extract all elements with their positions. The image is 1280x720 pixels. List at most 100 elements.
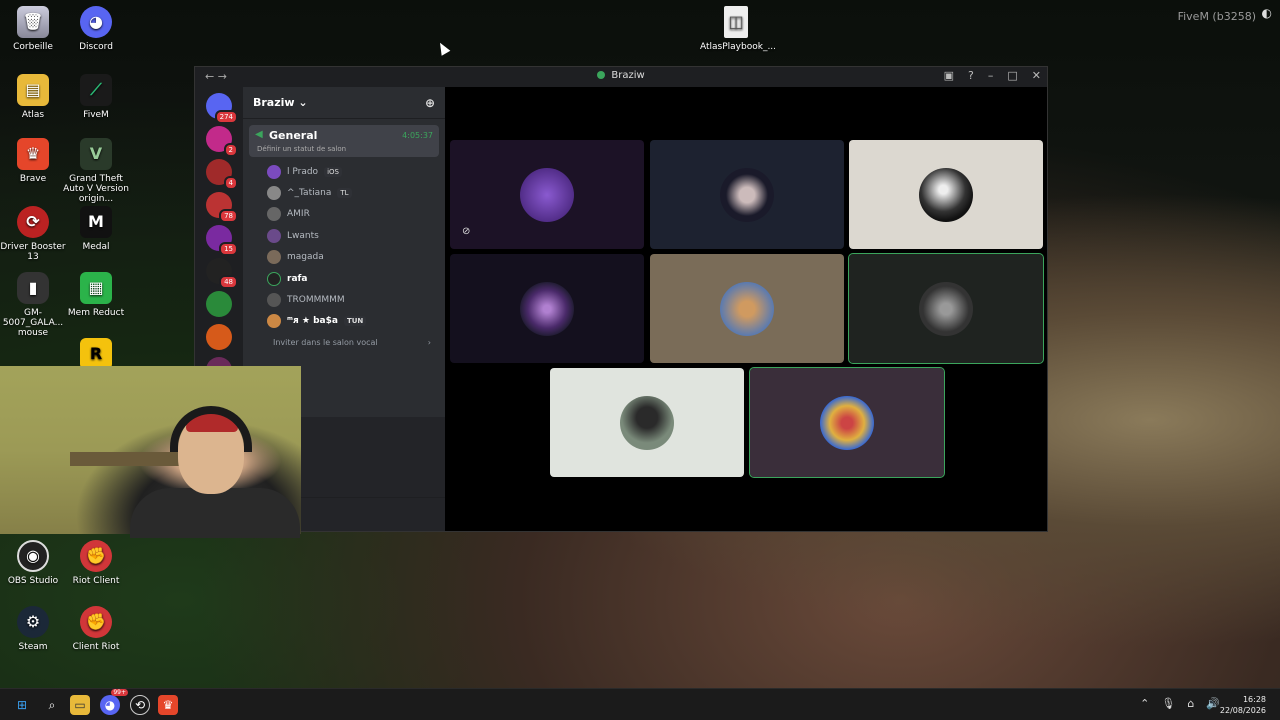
desktop-icon-label: Atlas	[21, 110, 45, 120]
voice-member[interactable]: AMIR	[267, 204, 445, 225]
avatar	[620, 395, 674, 450]
fivem-icon: ⟋	[80, 74, 112, 106]
participant-tile[interactable]	[650, 140, 844, 249]
desktop-icon-mem-reduct[interactable]: ▦ Mem Reduct	[63, 272, 129, 318]
avatar	[520, 281, 574, 336]
desktop-icon-mouse[interactable]: ▮ GM-5007_GALA... mouse	[0, 272, 66, 338]
webcam-shirt	[130, 488, 300, 538]
participant-tile[interactable]	[849, 140, 1043, 249]
network-icon[interactable]: ⌂	[1187, 697, 1194, 710]
desktop-icon-atlas-playbook[interactable]: ◫ AtlasPlaybook_...	[700, 6, 776, 52]
desktop-icon-label: Mem Reduct	[67, 308, 125, 318]
participant-tile-speaking[interactable]	[749, 367, 945, 478]
server-item[interactable]: 15	[206, 225, 238, 256]
voice-channel-general[interactable]: ◀ General 4:05:37 Définir un statut de s…	[249, 125, 439, 157]
avatar	[720, 281, 774, 336]
desktop-icon-label: Corbeille	[13, 42, 53, 52]
avatar	[267, 271, 281, 286]
voice-member[interactable]: Lwants	[267, 225, 445, 246]
clock[interactable]: 16:28 22/08/2026	[1220, 694, 1266, 716]
microphone-tray-icon[interactable]: 🎙	[1161, 697, 1175, 710]
desktop-icon-gta[interactable]: V Grand Theft Auto V Version origin...	[63, 138, 129, 204]
avatar	[919, 281, 973, 336]
gta-icon: V	[80, 138, 112, 170]
fivem-taskbar-icon[interactable]: ⟲	[130, 695, 150, 715]
voice-member[interactable]: ^_Tatiana TL	[267, 182, 445, 203]
server-item[interactable]: 4	[206, 159, 238, 190]
voice-member[interactable]: rafa	[267, 268, 445, 289]
avatar	[267, 207, 281, 222]
brave-icon: ♛	[17, 138, 49, 170]
desktop-icon-medal[interactable]: M Medal	[63, 206, 129, 252]
medal-icon: M	[80, 206, 112, 238]
title-bar: ← → Braziw ▣ ? – □ ✕	[195, 67, 1047, 87]
desktop-icon-steam[interactable]: ⚙ Steam	[0, 606, 66, 652]
server-item[interactable]: 48	[206, 258, 238, 289]
add-member-icon[interactable]: ⊕	[425, 96, 435, 110]
avatar	[267, 164, 281, 179]
invite-to-voice-button[interactable]: Inviter dans le salon vocal ›	[243, 332, 445, 352]
discord-taskbar-icon[interactable]: ◕ 99+	[100, 689, 128, 715]
riot-icon: ✊	[80, 606, 112, 638]
desktop-icon-recycle-bin[interactable]: 🗑 Corbeille	[0, 6, 66, 52]
desktop-icon-discord[interactable]: ◕ Discord	[63, 6, 129, 52]
participant-tile[interactable]: ⊘	[450, 140, 644, 249]
video-off-icon: ⊘	[462, 226, 471, 237]
avatar	[267, 293, 281, 308]
desktop-icon-label: Client Riot	[72, 642, 120, 652]
system-tray: ⌃ 🎙 ⌂ 🔊	[1140, 697, 1220, 710]
participant-tile[interactable]	[550, 368, 744, 477]
search-icon[interactable]: ⌕	[42, 695, 62, 715]
desktop-icon-obs[interactable]: ◉ OBS Studio	[0, 540, 66, 586]
server-item[interactable]	[206, 291, 232, 317]
chevron-down-icon: ⌄	[298, 96, 308, 109]
brave-taskbar-icon[interactable]: ♛	[158, 695, 178, 715]
minimize-icon[interactable]: –	[988, 69, 994, 82]
participant-tile[interactable]	[450, 254, 644, 363]
discord-window: ← → Braziw ▣ ? – □ ✕ 274 2 4 78 15 48 Br…	[194, 66, 1048, 532]
voice-member[interactable]: l Prado iOS	[267, 161, 445, 182]
voice-member[interactable]: TROMMMMM	[267, 289, 445, 310]
desktop-icon-brave[interactable]: ♛ Brave	[0, 138, 66, 184]
participant-tile[interactable]	[650, 254, 844, 363]
desktop-icon-fivem[interactable]: ⟋ FiveM	[63, 74, 129, 120]
avatar	[720, 167, 774, 222]
help-icon[interactable]: ?	[968, 69, 974, 82]
avatar	[267, 250, 281, 265]
chevron-up-icon[interactable]: ⌃	[1140, 697, 1149, 710]
desktop-icon-client-riot[interactable]: ✊ Client Riot	[63, 606, 129, 652]
desktop-icon-label: OBS Studio	[7, 576, 59, 586]
file-explorer-icon[interactable]: ▭	[70, 695, 90, 715]
desktop-icon-driver-booster[interactable]: ⟳ Driver Booster 13	[0, 206, 66, 262]
file-icon: ◫	[724, 6, 748, 38]
riot-icon: ✊	[80, 540, 112, 572]
voice-member[interactable]: magada	[267, 247, 445, 268]
desktop-icon-riot-client[interactable]: ✊ Riot Client	[63, 540, 129, 586]
participant-tile-speaking[interactable]	[848, 253, 1044, 364]
avatar	[267, 228, 281, 243]
maximize-icon[interactable]: □	[1007, 69, 1017, 82]
desktop-icon-label: Driver Booster 13	[0, 242, 66, 262]
desktop-icon-atlas[interactable]: ▤ Atlas	[0, 74, 66, 120]
guild-header[interactable]: Braziw ⌄ ⊕	[243, 87, 445, 119]
obs-icon: ◉	[17, 540, 49, 572]
voice-member[interactable]: ᵐᴙ ★ ba$a TUN	[267, 311, 445, 332]
desktop-icon-label: Discord	[79, 42, 113, 52]
folder-icon: ▤	[17, 74, 49, 106]
mouse-icon: ▮	[17, 272, 49, 304]
inbox-icon[interactable]: ▣	[944, 69, 954, 82]
mem-reduct-icon: ▦	[80, 272, 112, 304]
server-dm-home[interactable]: 274	[206, 93, 238, 124]
volume-icon[interactable]: 🔊	[1206, 697, 1220, 710]
close-icon[interactable]: ✕	[1032, 69, 1041, 82]
mouse-cursor-icon	[435, 40, 451, 56]
desktop-icon-label: FiveM	[83, 110, 109, 120]
voice-video-grid: ⊘	[445, 87, 1047, 531]
windows-start-icon[interactable]: ⊞	[12, 695, 32, 715]
server-item[interactable]	[206, 324, 232, 350]
server-item[interactable]: 2	[206, 126, 238, 157]
desktop-icon-label: Steam	[18, 642, 48, 652]
server-item[interactable]: 78	[206, 192, 238, 223]
avatar	[520, 167, 574, 222]
steam-icon: ⚙	[17, 606, 49, 638]
